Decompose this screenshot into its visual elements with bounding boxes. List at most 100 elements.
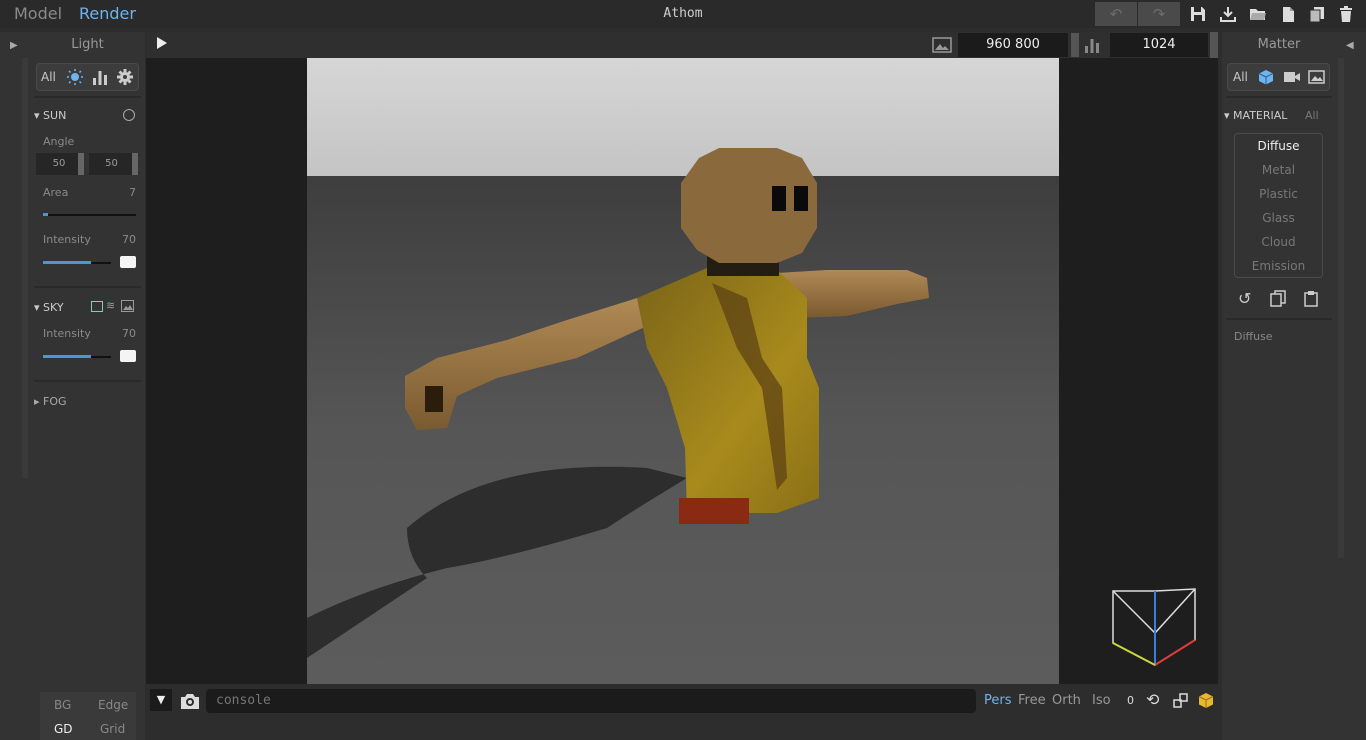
app-window: Model Render Athom ↶ ↷ ▶ Light All ▾ SUN…	[0, 0, 1366, 740]
gd-toggle[interactable]: GD	[54, 722, 73, 736]
sun-color-swatch[interactable]	[120, 256, 136, 268]
sun-intensity-value: 70	[122, 233, 136, 246]
sun-intensity-slider-fill	[43, 261, 91, 264]
divider	[34, 380, 141, 382]
render-canvas[interactable]	[307, 58, 1059, 684]
chart-icon[interactable]	[92, 69, 108, 85]
sun-section-title: SUN	[43, 109, 67, 122]
sky-intensity-value: 70	[122, 327, 136, 340]
camera-snapshot-icon[interactable]	[180, 692, 200, 710]
sky-intensity-label: Intensity	[43, 327, 91, 340]
collapse-left-panel-icon[interactable]: ▶	[10, 40, 18, 51]
save-icon[interactable]	[1189, 5, 1207, 23]
sun-area-value: 7	[129, 186, 136, 199]
view-pers[interactable]: Pers	[984, 693, 1012, 708]
console-toggle-button[interactable]: ▼	[150, 689, 172, 711]
fog-section-toggle[interactable]: ▸ FOG	[34, 395, 67, 408]
sun-section-toggle[interactable]: ▾ SUN	[34, 109, 66, 122]
import-icon[interactable]	[1219, 5, 1237, 23]
right-panel-scrollbar[interactable]	[1338, 58, 1344, 558]
duplicate-icon[interactable]	[1308, 5, 1326, 23]
sky-image-icon[interactable]	[121, 300, 134, 312]
render-resolution[interactable]: 960 800	[958, 33, 1068, 57]
resolution-divider	[1071, 33, 1079, 57]
reset-rotation-icon[interactable]: ⟲	[1146, 690, 1159, 709]
console-input[interactable]	[206, 689, 976, 713]
light-filter-all[interactable]: All	[41, 70, 56, 84]
material-glass[interactable]: Glass	[1235, 211, 1322, 225]
new-file-icon[interactable]	[1279, 5, 1297, 23]
sun-angle-y-handle[interactable]	[132, 153, 138, 175]
samples-chart-icon	[1085, 39, 1099, 53]
sun-angle-x-handle[interactable]	[78, 153, 84, 175]
undo-button[interactable]: ↶	[1095, 2, 1137, 26]
sun-angle-label: Angle	[43, 135, 75, 148]
view-free[interactable]: Free	[1018, 693, 1046, 708]
camera-icon[interactable]	[1283, 69, 1301, 85]
render-image	[307, 58, 1059, 684]
grid-toggle[interactable]: Grid	[100, 722, 125, 736]
paste-material-icon[interactable]	[1303, 290, 1319, 307]
image-size-icon[interactable]	[932, 37, 952, 53]
divider	[1226, 318, 1332, 320]
matter-panel-title: Matter	[1257, 37, 1301, 52]
sun-toggle-icon[interactable]	[123, 109, 135, 121]
fog-section-title: FOG	[43, 395, 67, 408]
sky-color-swatch[interactable]	[120, 350, 136, 362]
sun-intensity-label: Intensity	[43, 233, 91, 246]
light-panel-title: Light	[71, 37, 104, 52]
chevron-down-icon: ▼	[156, 693, 166, 706]
edge-toggle[interactable]: Edge	[98, 698, 128, 712]
image-icon[interactable]	[1308, 69, 1325, 85]
material-emission[interactable]: Emission	[1235, 259, 1322, 273]
light-filter-bar: All	[36, 63, 139, 91]
bg-toggle[interactable]: BG	[54, 698, 71, 712]
voxel-cube-icon[interactable]	[1198, 692, 1214, 709]
collapse-right-panel-icon[interactable]: ◀	[1346, 40, 1354, 51]
sky-gradient-icon[interactable]: ≋	[106, 299, 115, 312]
light-panel: Light All ▾ SUN Angle 50 50 Area 7 Inten…	[30, 32, 145, 740]
copy-material-icon[interactable]	[1270, 290, 1286, 307]
play-render-icon[interactable]	[157, 37, 167, 49]
frame-icon[interactable]	[1173, 693, 1189, 709]
divider	[34, 96, 141, 98]
top-bar: Model Render Athom ↶ ↷	[0, 0, 1366, 28]
material-metal[interactable]: Metal	[1235, 163, 1322, 177]
view-iso[interactable]: Iso	[1092, 693, 1111, 708]
divider	[1226, 96, 1332, 98]
gear-icon[interactable]	[117, 69, 133, 85]
cube-icon[interactable]	[1258, 69, 1274, 85]
divider	[34, 286, 141, 288]
material-all-filter[interactable]: All	[1305, 109, 1319, 122]
render-samples[interactable]: 1024	[1110, 33, 1208, 57]
open-folder-icon[interactable]	[1249, 5, 1267, 23]
redo-button[interactable]: ↷	[1138, 2, 1180, 26]
sun-icon[interactable]	[67, 69, 83, 85]
matter-filter-all[interactable]: All	[1233, 70, 1248, 84]
orientation-cube-icon[interactable]	[1110, 585, 1200, 670]
sun-area-slider-fill	[43, 213, 48, 216]
material-section-toggle[interactable]: ▾ MATERIAL	[1224, 109, 1287, 122]
matter-filter-bar: All	[1227, 63, 1330, 91]
material-detail-label: Diffuse	[1234, 330, 1273, 343]
sun-angle-x-input[interactable]: 50	[36, 153, 82, 175]
material-cloud[interactable]: Cloud	[1235, 235, 1322, 249]
viewport-scrollbar[interactable]	[1210, 32, 1218, 58]
sky-section-title: SKY	[43, 301, 64, 314]
sun-area-slider[interactable]	[43, 214, 136, 216]
delete-icon[interactable]	[1337, 5, 1355, 23]
sun-area-label: Area	[43, 186, 69, 199]
reset-material-icon[interactable]: ↺	[1238, 289, 1251, 308]
sun-angle-y-input[interactable]: 50	[89, 153, 134, 175]
redo-icon: ↷	[1152, 5, 1166, 23]
display-options: BG Edge GD Grid	[40, 692, 136, 740]
material-diffuse[interactable]: Diffuse	[1235, 139, 1322, 153]
view-orth[interactable]: Orth	[1052, 693, 1081, 708]
material-plastic[interactable]: Plastic	[1235, 187, 1322, 201]
sky-intensity-slider-fill	[43, 355, 91, 358]
rotation-value: 0	[1127, 694, 1134, 707]
left-panel-scrollbar[interactable]	[22, 58, 28, 478]
sky-section-toggle[interactable]: ▾ SKY	[34, 301, 64, 314]
sky-uniform-icon[interactable]	[91, 301, 103, 312]
material-section-title: MATERIAL	[1233, 109, 1288, 122]
